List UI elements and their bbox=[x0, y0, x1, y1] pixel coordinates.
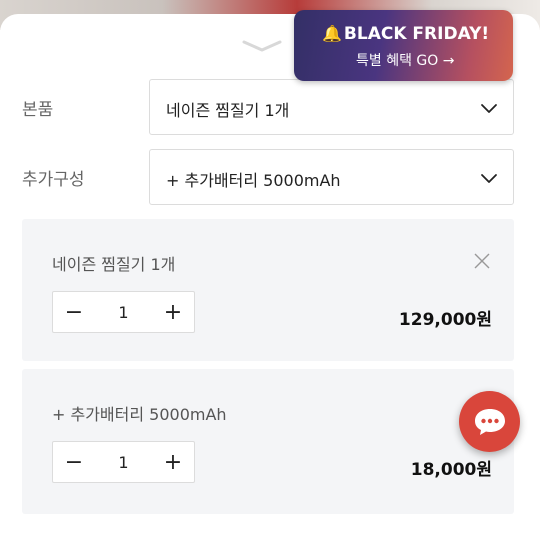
close-icon[interactable] bbox=[472, 251, 492, 271]
item-name: 네이즌 찜질기 1개 bbox=[52, 255, 176, 274]
quantity-value: 1 bbox=[118, 302, 129, 322]
chevron-down-icon bbox=[481, 104, 497, 113]
select-value: + 추가배터리 5000mAh bbox=[166, 171, 341, 190]
chevron-down-icon bbox=[481, 174, 497, 183]
main-product-select[interactable]: 네이즌 찜질기 1개 bbox=[149, 79, 514, 135]
black-friday-promo-banner[interactable]: 🔔 BLACK FRIDAY! 특별 혜택 GO → bbox=[294, 10, 513, 81]
quantity-stepper: − 1 + bbox=[52, 291, 195, 333]
option-bottom-sheet: 본품 네이즌 찜질기 1개 추가구성 + 추가배터리 5000mAh 네이즌 찜… bbox=[0, 14, 540, 540]
decrease-button[interactable]: − bbox=[53, 292, 95, 332]
quantity-value: 1 bbox=[118, 452, 129, 472]
item-price: 18,000원 bbox=[410, 460, 492, 480]
promo-title: 🔔 BLACK FRIDAY! bbox=[322, 24, 489, 44]
addon-select[interactable]: + 추가배터리 5000mAh bbox=[149, 149, 514, 205]
bell-icon: 🔔 bbox=[322, 24, 342, 43]
selected-item-card: 네이즌 찜질기 1개 − 1 + 129,000원 bbox=[22, 219, 514, 361]
increase-button[interactable]: + bbox=[152, 442, 194, 482]
sheet-handle-chevron-icon[interactable] bbox=[240, 36, 284, 56]
option-row-main: 본품 네이즌 찜질기 1개 bbox=[0, 79, 540, 135]
option-label: 본품 bbox=[22, 100, 54, 120]
promo-title-text: BLACK FRIDAY! bbox=[343, 24, 490, 44]
chat-bubble-icon bbox=[474, 408, 505, 435]
item-price: 129,000원 bbox=[398, 310, 492, 330]
quantity-stepper: − 1 + bbox=[52, 441, 195, 483]
option-label: 추가구성 bbox=[22, 170, 85, 190]
decrease-button[interactable]: − bbox=[53, 442, 95, 482]
chat-button[interactable] bbox=[459, 391, 520, 452]
selected-item-card: + 추가배터리 5000mAh − 1 + 18,000원 bbox=[22, 369, 514, 514]
item-name: + 추가배터리 5000mAh bbox=[52, 405, 227, 424]
option-row-addon: 추가구성 + 추가배터리 5000mAh bbox=[0, 149, 540, 205]
select-value: 네이즌 찜질기 1개 bbox=[166, 101, 290, 120]
increase-button[interactable]: + bbox=[152, 292, 194, 332]
promo-subtitle: 특별 혜택 GO → bbox=[356, 53, 455, 69]
